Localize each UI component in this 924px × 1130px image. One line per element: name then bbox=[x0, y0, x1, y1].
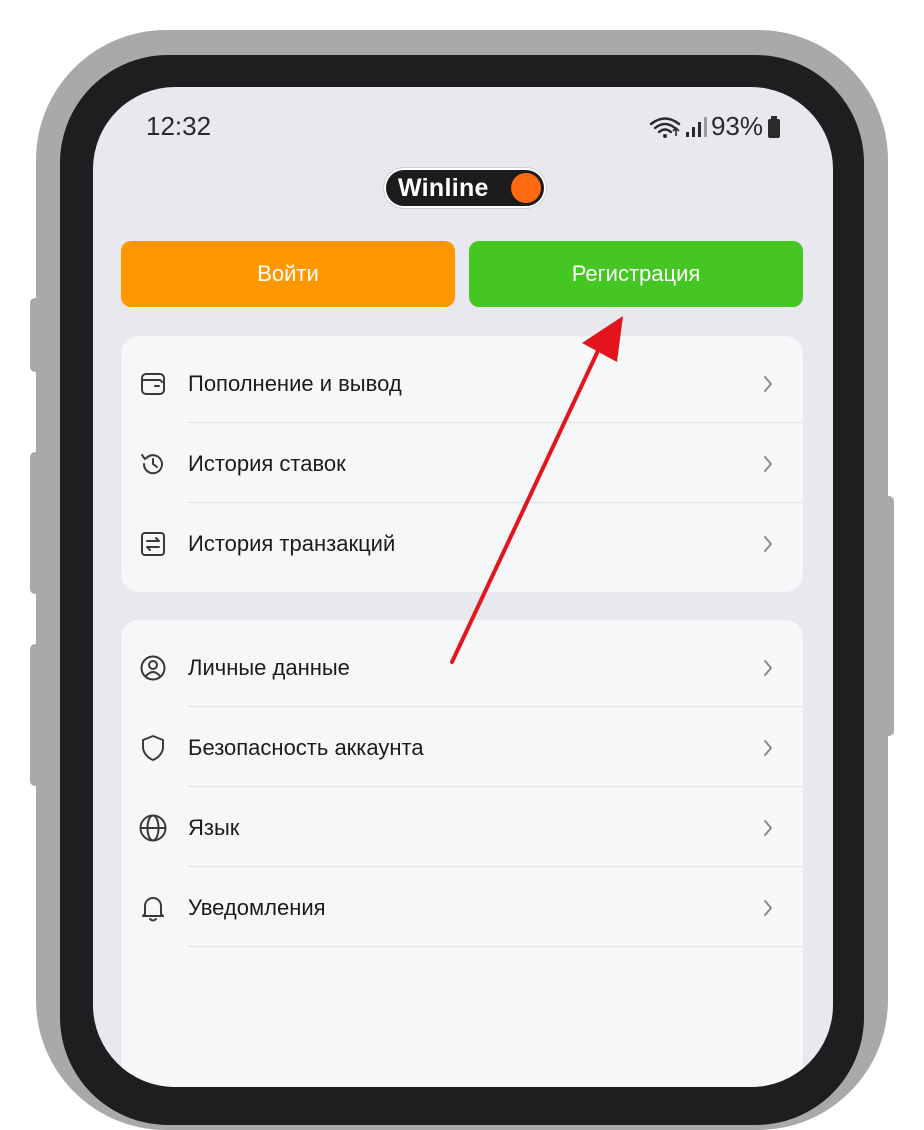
winline-logo: Winline bbox=[384, 168, 546, 208]
phone-side-button-left-1 bbox=[30, 298, 40, 372]
status-time: 12:32 bbox=[146, 111, 212, 141]
phone-screen: 12:32 93% Winline Войти Регистрация Попо… bbox=[93, 87, 833, 1087]
phone-side-button-left-3 bbox=[30, 644, 40, 786]
menu-item-notifications[interactable]: Уведомления bbox=[121, 868, 803, 948]
battery-percent: 93% bbox=[710, 111, 763, 141]
globe-icon bbox=[137, 812, 169, 844]
menu-divider bbox=[188, 706, 803, 707]
menu-item-bet-history[interactable]: История ставок bbox=[121, 424, 803, 504]
login-button[interactable]: Войти bbox=[121, 241, 455, 307]
chevron-right-icon bbox=[763, 374, 775, 394]
phone-side-button-right bbox=[884, 496, 894, 736]
user-icon bbox=[137, 652, 169, 684]
register-button[interactable]: Регистрация bbox=[469, 241, 803, 307]
menu-divider bbox=[188, 786, 803, 787]
menu-item-label: Личные данные bbox=[188, 655, 350, 680]
battery-icon bbox=[768, 115, 780, 138]
menu-item-label: Безопасность аккаунта bbox=[188, 735, 424, 760]
menu-card-account: Личные данные Безопасность аккаунта Язык… bbox=[121, 620, 803, 1087]
transactions-icon bbox=[137, 528, 169, 560]
bell-icon bbox=[137, 892, 169, 924]
history-icon bbox=[137, 448, 169, 480]
menu-item-label: История ставок bbox=[188, 451, 346, 476]
menu-item-deposit-withdraw[interactable]: Пополнение и вывод bbox=[121, 344, 803, 424]
menu-item-label: Язык bbox=[188, 815, 240, 840]
logo-text: Winline bbox=[398, 173, 489, 202]
wallet-icon bbox=[137, 368, 169, 400]
chevron-right-icon bbox=[763, 818, 775, 838]
chevron-right-icon bbox=[763, 454, 775, 474]
shield-icon bbox=[137, 732, 169, 764]
menu-divider bbox=[188, 502, 803, 503]
menu-item-label: Пополнение и вывод bbox=[188, 371, 402, 396]
signal-icon bbox=[685, 116, 707, 137]
chevron-right-icon bbox=[763, 534, 775, 554]
wifi-icon bbox=[649, 116, 681, 138]
chevron-right-icon bbox=[763, 898, 775, 918]
menu-card-finance: Пополнение и вывод История ставок Истори… bbox=[121, 336, 803, 592]
menu-divider bbox=[188, 866, 803, 867]
chevron-right-icon bbox=[763, 738, 775, 758]
chevron-right-icon bbox=[763, 658, 775, 678]
menu-item-personal-data[interactable]: Личные данные bbox=[121, 628, 803, 708]
logo-dot-icon bbox=[511, 173, 541, 203]
menu-item-label: История транзакций bbox=[188, 531, 396, 556]
menu-divider bbox=[188, 422, 803, 423]
menu-item-transaction-history[interactable]: История транзакций bbox=[121, 504, 803, 584]
menu-item-label: Уведомления bbox=[188, 895, 326, 920]
menu-item-language[interactable]: Язык bbox=[121, 788, 803, 868]
status-indicators: 93% bbox=[649, 111, 781, 142]
menu-item-account-security[interactable]: Безопасность аккаунта bbox=[121, 708, 803, 788]
phone-side-button-left-2 bbox=[30, 452, 40, 594]
menu-divider bbox=[188, 946, 803, 947]
